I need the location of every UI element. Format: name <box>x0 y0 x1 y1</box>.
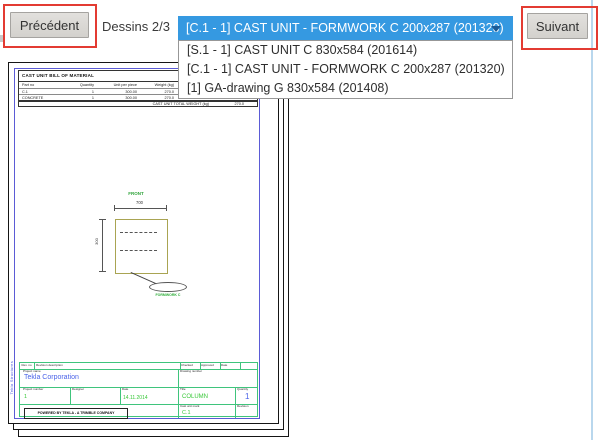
field-label: Date <box>122 388 128 391</box>
field-label: Rev. no <box>22 364 32 367</box>
divider <box>178 369 179 387</box>
dimension-tick <box>99 271 106 272</box>
field-label: Approved <box>201 364 214 367</box>
bom-footer-label: CAST UNIT TOTAL WEIGHT (kg) <box>79 102 209 106</box>
field-label: Cast unit mark <box>180 405 199 408</box>
dimension-tick <box>114 205 115 211</box>
divider <box>20 404 257 405</box>
height-dimension: 300 <box>94 238 99 245</box>
dropdown-option[interactable]: [1] GA-drawing G 830x584 (201408) <box>179 79 512 98</box>
divider <box>235 387 236 404</box>
project-name-value: Tekla Corporation <box>24 374 79 381</box>
field-label: Project number <box>23 388 43 391</box>
bom-title: CAST UNIT BILL OF MATERIAL <box>22 73 94 78</box>
field-label: Title <box>180 388 186 391</box>
divider <box>178 404 179 418</box>
project-number-value: 1 <box>24 394 27 400</box>
view-title: FRONT <box>113 191 159 196</box>
chevron-down-icon <box>491 26 501 32</box>
drawing-preview-window: Tekla Structures CAST UNIT BILL OF MATER… <box>0 0 601 440</box>
previous-button[interactable]: Précédent <box>10 12 89 38</box>
field-label: Revision description <box>36 364 63 367</box>
field-label: Drawing number <box>180 370 202 373</box>
dropdown-option[interactable]: [S.1 - 1] CAST UNIT C 830x584 (201614) <box>179 41 512 60</box>
drawing-dropdown[interactable]: [C.1 - 1] CAST UNIT - FORMWORK C 200x287… <box>178 16 513 40</box>
dimension-line <box>114 208 167 209</box>
field-label: Revision <box>237 405 249 408</box>
part-outline <box>115 219 168 274</box>
part-mark-label: FORMWORK C <box>156 293 181 297</box>
bom-header: Weight (kg) <box>141 83 174 87</box>
field-label: Quantity <box>237 388 248 391</box>
divider <box>20 387 257 388</box>
title-value: COLUMN <box>182 394 208 400</box>
hidden-line <box>120 232 157 233</box>
dropdown-option-list: [S.1 - 1] CAST UNIT C 830x584 (201614) [… <box>178 40 513 99</box>
field-label: Checked <box>181 364 193 367</box>
dimension-tick <box>166 205 167 211</box>
hidden-line <box>120 250 157 251</box>
divider <box>240 363 241 369</box>
mark-value: C.1 <box>182 410 191 416</box>
bom-header: Unit per piece <box>99 83 137 87</box>
frame-side-text: Tekla Structures <box>9 361 14 394</box>
drawing-counter: Dessins 2/3 <box>102 19 170 34</box>
panel-right-border <box>591 0 593 440</box>
powered-by-badge: POWERED BY TEKLA - A TRIMBLE COMPANY <box>24 408 128 419</box>
field-label: Designer <box>72 388 84 391</box>
quantity-value: 1 <box>245 392 249 401</box>
bom-header: Quantity <box>64 83 94 87</box>
divider <box>235 404 236 418</box>
date-value: 14.11.2014 <box>123 395 148 401</box>
dropdown-selected-label: [C.1 - 1] CAST UNIT - FORMWORK C 200x287… <box>186 21 504 35</box>
part-mark: FORMWORK C <box>149 282 187 292</box>
next-button[interactable]: Suivant <box>527 13 588 39</box>
title-block: Rev. no Revision description Checked App… <box>19 362 258 417</box>
divider <box>178 387 179 404</box>
field-label: Project name <box>23 370 41 373</box>
width-dimension: 700 <box>113 200 166 205</box>
field-label: Date <box>221 364 227 367</box>
drawing-page: Tekla Structures CAST UNIT BILL OF MATER… <box>8 62 279 424</box>
divider <box>20 369 257 370</box>
dropdown-option[interactable]: [C.1 - 1] CAST UNIT - FORMWORK C 200x287… <box>179 60 512 79</box>
dimension-tick <box>99 219 106 220</box>
dimension-line <box>102 219 103 272</box>
divider <box>120 387 121 404</box>
divider <box>70 387 71 404</box>
bom-header: Part no <box>22 83 34 87</box>
bom-footer-value: 270.0 <box>216 102 244 106</box>
